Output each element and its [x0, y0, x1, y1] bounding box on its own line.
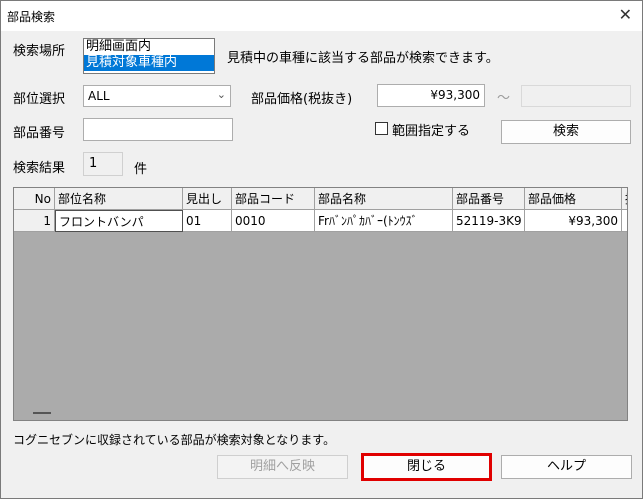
- part-number-label: 部品番号: [13, 126, 66, 141]
- table-cell-heading[interactable]: 01: [183, 210, 232, 232]
- window-title: 部品検索: [7, 10, 56, 24]
- search-location-option-vehicle[interactable]: 見積対象車種内: [84, 55, 214, 71]
- result-label: 検索結果: [13, 161, 66, 176]
- search-location-option-detail[interactable]: 明細画面内: [84, 39, 214, 55]
- price-from-value: ¥93,300: [430, 88, 480, 102]
- chevron-down-icon: ⌄: [216, 88, 226, 101]
- price-range-tilde: ～: [497, 91, 511, 106]
- table-cell-part-number[interactable]: 52119-3K9: [453, 210, 525, 232]
- title-bar: 部品検索 ✕: [1, 1, 642, 31]
- column-header-part-number[interactable]: 部品番号: [453, 188, 525, 210]
- table-cell-part-price[interactable]: ¥93,300: [525, 210, 622, 232]
- table-cell-part-name[interactable]: Frﾊﾞﾝﾊﾟｶﾊﾞｰ(ﾄﾝｳｽﾞ: [315, 210, 453, 232]
- result-unit: 件: [134, 162, 148, 177]
- table-cell-no: 1: [14, 210, 55, 232]
- part-position-select[interactable]: ALL ⌄: [83, 85, 231, 107]
- part-search-dialog: 部品検索 ✕ 検索場所 明細画面内 見積対象車種内 見積中の車種に該当する部品が…: [0, 0, 643, 499]
- price-from-input[interactable]: ¥93,300: [377, 84, 485, 107]
- scrollbar-thumb[interactable]: [33, 412, 51, 414]
- column-header-part-price[interactable]: 部品価格: [525, 188, 622, 210]
- range-checkbox-label[interactable]: 範囲指定する: [392, 120, 470, 139]
- part-position-label: 部位選択: [13, 92, 66, 107]
- horizontal-scrollbar[interactable]: [15, 406, 626, 420]
- close-icon[interactable]: ✕: [619, 5, 632, 24]
- table-cell-part-position[interactable]: フロントバンパ: [55, 210, 183, 232]
- table-cell-remarks[interactable]: [622, 210, 627, 232]
- column-header-part-code[interactable]: 部品コード: [232, 188, 315, 210]
- search-location-description: 見積中の車種に該当する部品が検索できます。: [227, 51, 499, 66]
- range-checkbox[interactable]: [375, 122, 388, 135]
- search-location-label: 検索場所: [13, 44, 66, 59]
- footer-message: コグニセブンに収録されている部品が検索対象となります。: [13, 433, 336, 447]
- part-position-value: ALL: [88, 89, 110, 103]
- search-location-listbox[interactable]: 明細画面内 見積対象車種内: [83, 38, 215, 74]
- price-label: 部品価格(税抜き): [251, 92, 353, 107]
- result-count-box: 1: [83, 152, 123, 176]
- results-table: No 部位名称 見出し 部品コード 部品名称 部品番号 部品価格 摘 1 フロン…: [13, 187, 628, 421]
- column-header-part-name[interactable]: 部品名称: [315, 188, 453, 210]
- column-header-heading[interactable]: 見出し: [183, 188, 232, 210]
- close-button[interactable]: 閉じる: [361, 453, 492, 481]
- result-count: 1: [89, 156, 98, 171]
- search-button[interactable]: 検索: [501, 120, 631, 144]
- column-header-part-position[interactable]: 部位名称: [55, 188, 183, 210]
- price-to-input[interactable]: [521, 85, 631, 107]
- help-button[interactable]: ヘルプ: [501, 455, 632, 479]
- table-cell-part-code[interactable]: 0010: [232, 210, 315, 232]
- reflect-to-detail-button[interactable]: 明細へ反映: [217, 455, 348, 479]
- column-header-remarks[interactable]: 摘: [622, 188, 627, 210]
- part-number-input[interactable]: [83, 118, 233, 141]
- column-header-no[interactable]: No: [14, 188, 55, 210]
